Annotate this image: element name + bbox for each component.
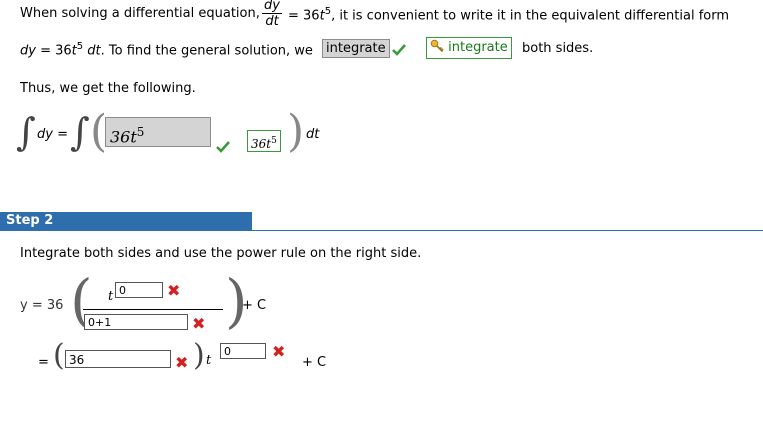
wrong-x-icon-1: ✖ [167,281,181,300]
denominator-input[interactable]: 0+1 [84,314,188,330]
eq2-equals: = [38,355,49,370]
step2-divider [0,230,763,231]
integrand-input-exp: 5 [136,125,145,139]
integrand-input-text: 36t [110,127,137,147]
key-icon [430,39,444,53]
integrand-input[interactable]: 36t5 [105,117,211,147]
dydt-den: dt [265,14,279,29]
line2-dt: dt [83,43,101,59]
correct-integrand-text: 36t [251,137,272,151]
correct-answer-text: integrate [448,40,508,55]
integral-sign-right: ∫ [70,110,90,154]
step2-header: Step 2 [0,212,252,230]
line2-text: . To find the general solution, we [100,43,313,59]
wrong-x-icon-3: ✖ [175,353,189,372]
int-dy: dy = [37,127,68,142]
correct-check-icon [392,44,406,56]
correct-answer-integrate: integrate [426,37,512,59]
answer-input-integrate[interactable]: integrate [322,39,390,58]
intro-text: When solving a differential equation, [20,6,260,21]
y-eq-36: y = 36 [20,298,64,313]
dydt-num: dy [264,0,280,13]
wrong-x-icon-2: ✖ [192,314,206,333]
coefficient-input[interactable]: 36 [65,350,171,368]
correct-check-icon-2 [216,141,230,153]
thus-text: Thus, we get the following. [20,81,196,96]
wrong-x-icon-4: ✖ [272,342,286,361]
exponent-input[interactable]: 0 [115,282,163,298]
correct-integrand: 36t5 [247,130,281,152]
fraction-bar [83,309,223,310]
t-var: t [108,289,114,304]
paren-open-2: ( [53,338,65,373]
int-dt: dt [306,127,320,142]
paren-close-2: ) [193,338,205,373]
exponent-input-2[interactable]: 0 [220,343,266,359]
line2-dy: dy [20,43,36,59]
deq-rhs: = 36t5, it is convenient to write it in … [288,6,729,23]
dydt-fraction: dy dt [262,0,282,28]
integral-sign-left: ∫ [16,110,36,154]
diff-form-line: dy = 36t5 dt. To find the general soluti… [20,41,313,58]
plus-c-2: + C [302,355,327,370]
t-var-2: t [206,353,212,368]
step2-instruction: Integrate both sides and use the power r… [20,246,422,261]
intro-tail: , it is convenient to write it in the eq… [331,8,730,24]
line2-eq: = 36 [40,43,72,59]
correct-integrand-exp: 5 [271,136,277,146]
paren-close: ) [287,106,305,157]
line2-tail: both sides. [522,41,594,56]
deq-rhs-coef: = 36 [288,8,320,24]
plus-c-1: + C [242,298,267,313]
